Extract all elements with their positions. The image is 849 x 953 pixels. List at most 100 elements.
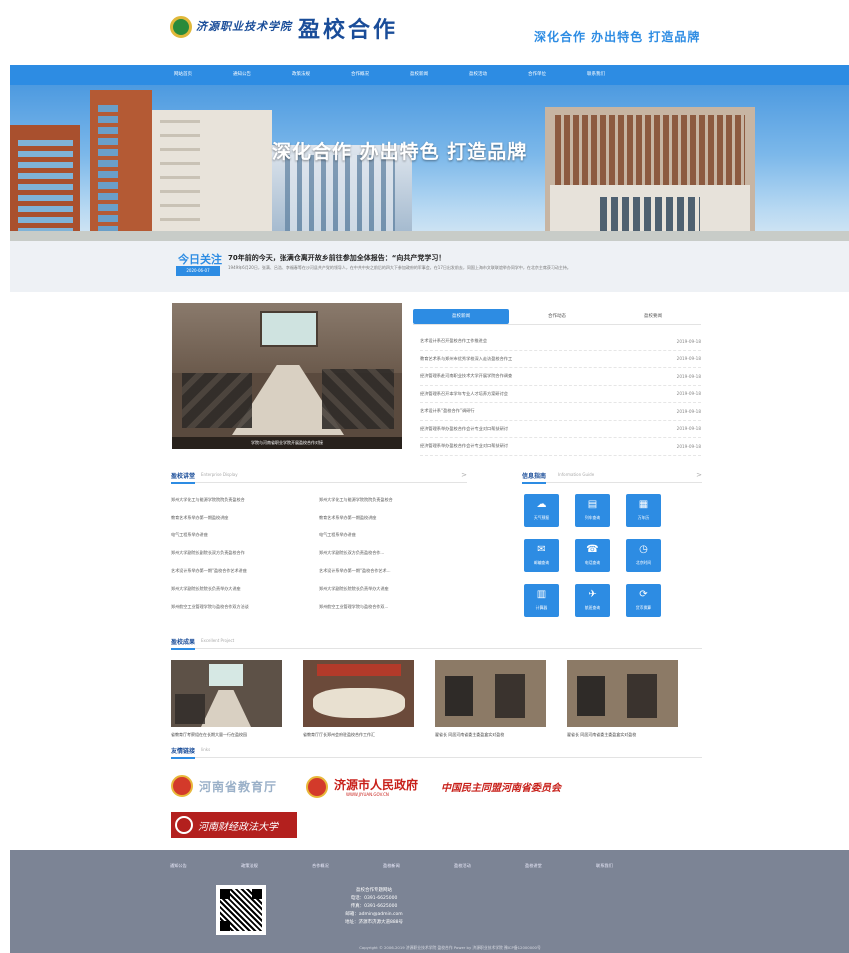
list-item[interactable]: 电气工程系举办讲座: [171, 532, 319, 538]
guide-tile-clock[interactable]: ◷ 北京时间: [626, 539, 661, 572]
guide-tile-weather[interactable]: ☁ 天气预报: [524, 494, 559, 527]
guide-tile-phone[interactable]: ☎ 电话查询: [575, 539, 610, 572]
school-logo-icon[interactable]: [170, 16, 192, 38]
result-card[interactable]: 省教育厅厅长郑州会府驻盈校合作工作汇: [303, 660, 414, 739]
today-focus-headline[interactable]: 70年前的今天，张满仓离开故乡前往参加全体报告：“向共产党学习！: [228, 253, 445, 263]
today-focus-date: 2020-06-07: [176, 266, 220, 276]
list-item[interactable]: 郑州航空工业管理学院与盈校合作双...: [319, 604, 467, 610]
footer-link[interactable]: 政策法规: [241, 863, 312, 869]
footer-link[interactable]: 盈校活动: [454, 863, 525, 869]
featured-photo-caption: 学院与河南省职业学院开展盈校合作对接: [172, 437, 402, 449]
photo-screen: [260, 311, 318, 347]
news-date: 2019-09-18: [676, 356, 701, 362]
emblem-icon: [175, 816, 193, 834]
list-item[interactable]: 郑州大学副院长院院长负责举办大讲座: [171, 586, 319, 592]
nav-item-activities[interactable]: 盈校活动: [469, 65, 528, 85]
footer-link[interactable]: 通知公告: [170, 863, 241, 869]
list-item[interactable]: 经济管理系召开本学年专业人才培养方案研讨会 2019-09-18: [420, 386, 701, 403]
guide-tile-label: 邮编查询: [533, 560, 550, 565]
news-title: 经济管理系举办盈校合作会计专业对口帮扶研讨: [420, 425, 508, 431]
guide-tile-exchange[interactable]: ⟳ 货币换算: [626, 584, 661, 617]
list-item[interactable]: 经济管理系举办盈校合作会计专业对口帮扶研讨 2019-09-18: [420, 438, 701, 456]
guide-tile-label: 电话查询: [584, 560, 601, 565]
today-focus-summary: 1949年6月20日，张满、吕浩、李福春等在沙河县共产党的领导人，在中共中央之前…: [228, 265, 571, 270]
list-item[interactable]: 郑州航空工业管理学院与盈校合作双方洽谈: [171, 604, 319, 610]
nav-item-partners[interactable]: 合作单位: [528, 65, 587, 85]
footer-link[interactable]: 盈校讲堂: [525, 863, 596, 869]
contact-site-name: 盈校合作专题网站: [356, 888, 392, 893]
nav-item-contact[interactable]: 联系我们: [587, 65, 646, 85]
table-row: 教育艺术系举办第一期盈校讲座 教育艺术系举办第一期盈校讲座: [171, 509, 467, 527]
result-caption: 翟省长 同居河南省委主委盈盒实对盈校: [435, 732, 505, 737]
list-item[interactable]: 教育艺术系与郑州市优秀学校深入走访盈校合作工 2019-09-18: [420, 351, 701, 368]
news-date: 2019-09-18: [676, 426, 701, 432]
photo-people: [495, 674, 525, 718]
photo-table: [313, 688, 405, 718]
copyright: Copyright © 2006-2019 济源职业技术学院 盈校合作 Powe…: [359, 945, 541, 950]
guide-tile-calculator[interactable]: ▥ 计算器: [524, 584, 559, 617]
nav-item-overview[interactable]: 合作概况: [351, 65, 410, 85]
footer-link[interactable]: 联系我们: [596, 863, 667, 869]
list-item[interactable]: 电气工程系举办讲座: [319, 532, 467, 538]
news-tabs: 盈校新闻 合作动态 盈校要闻: [413, 309, 701, 325]
tab-cooperation-updates[interactable]: 合作动态: [509, 309, 605, 324]
list-item[interactable]: 教育艺术系举办第一期盈校讲座: [319, 515, 467, 521]
guide-tile-label: 北京时间: [635, 560, 652, 565]
list-item[interactable]: 郑州大学副院长双方负责盈校合作...: [319, 550, 467, 556]
list-item[interactable]: 艺术设计系召开盈校合作工作推进会 2019-09-18: [420, 333, 701, 351]
clock-icon: ◷: [639, 544, 648, 555]
list-item[interactable]: 郑州大学副院长副院长双方负责盈校合作: [171, 550, 319, 556]
list-item[interactable]: 艺术设计系举办第一期“盈校合作艺术讲座: [171, 568, 319, 574]
train-icon: ▤: [587, 499, 598, 510]
link-jiyuan-government[interactable]: 济源市人民政府 WWW.JIYUAN.GOV.CN: [306, 773, 436, 801]
result-card[interactable]: 省教育厅考察组在在长期大量一行在盈校园: [171, 660, 282, 739]
tab-school-news[interactable]: 盈校新闻: [413, 309, 509, 324]
list-item[interactable]: 经济管理系举办盈校合作会计专业对口帮扶研讨 2019-09-18: [420, 421, 701, 438]
result-card[interactable]: 翟省长 同居河南省委主委盈盒实对盈校: [567, 660, 678, 739]
table-row: 郑州大学化工与能源学院院院负责盈校合 郑州大学化工与能源学院院院负责盈校合: [171, 491, 467, 509]
photo-people: [445, 676, 473, 716]
guide-tile-train[interactable]: ▤ 列车查询: [575, 494, 610, 527]
list-item[interactable]: 郑州大学化工与能源学院院院负责盈校合: [171, 497, 319, 503]
main-nav: 网站首页 通知公告 政策法规 合作概况 盈校新闻 盈校活动 合作单位 联系我们: [10, 65, 849, 85]
guide-more-link[interactable]: >: [696, 471, 702, 479]
news-title: 艺术设计系召开盈校合作工作推进会: [420, 338, 488, 344]
link-henan-education[interactable]: 河南省教育厅: [171, 773, 299, 799]
nav-item-policies[interactable]: 政策法规: [292, 65, 351, 85]
contact-email: 邮箱：admin@admin.com: [345, 912, 403, 917]
header-slogan: 深化合作 办出特色 打造品牌: [534, 30, 701, 44]
results-section-header: 盈校成果 Excellent Project: [171, 637, 702, 650]
footer-link[interactable]: 盈校新闻: [383, 863, 454, 869]
projects-section-header: 盈校讲堂 Enterprise Display >: [171, 471, 467, 484]
table-row: 郑州大学副院长院院长负责举办大讲座 郑州大学副院长院院长负责举办大讲座: [171, 580, 467, 598]
guide-section-subtitle: Information Guide: [558, 472, 595, 477]
qr-code-icon: [216, 885, 266, 935]
list-item[interactable]: 郑州大学副院长院院长负责举办大讲座: [319, 586, 467, 592]
featured-news-photo[interactable]: 学院与河南省职业学院开展盈校合作对接: [172, 303, 402, 449]
list-item[interactable]: 郑州大学化工与能源学院院院负责盈校合: [319, 497, 467, 503]
guide-tile-label: 计算器: [535, 605, 548, 610]
link-democratic-league[interactable]: 中国民主同盟河南省委员会: [441, 777, 569, 799]
guide-tile-post[interactable]: ✉ 邮编查询: [524, 539, 559, 572]
result-card[interactable]: 翟省长 同居河南省委主委盈盒实对盈校: [435, 660, 546, 739]
weather-icon: ☁: [536, 499, 547, 510]
nav-item-home[interactable]: 网站首页: [174, 65, 233, 85]
contact-phone: 电话：0391-6625000: [350, 896, 398, 901]
news-title: 经济管理系举办盈校合作会计专业对口帮扶研讨: [420, 443, 508, 449]
result-caption: 翟省长 同居河南省委主委盈盒实对盈校: [567, 732, 637, 737]
footer-link[interactable]: 合作概况: [312, 863, 383, 869]
list-item[interactable]: 经济管理系赴河南职业技术大学开展学院合作调查 2019-09-18: [420, 368, 701, 386]
banner-building-glass-windows: [285, 155, 395, 235]
today-focus-label: 今日关注: [178, 253, 222, 266]
list-item[interactable]: 艺术设计系“盈校合作”调研行 2019-09-18: [420, 403, 701, 421]
list-item[interactable]: 教育艺术系举办第一期盈校讲座: [171, 515, 319, 521]
link-henan-finance-university[interactable]: 河南财经政法大学: [171, 812, 297, 838]
list-item[interactable]: 艺术设计系举办第一期“盈校合作艺术...: [319, 568, 467, 574]
tab-key-news[interactable]: 盈校要闻: [605, 309, 701, 324]
nav-item-notices[interactable]: 通知公告: [233, 65, 292, 85]
guide-section-header: 信息指南 Information Guide >: [522, 471, 702, 484]
guide-tile-flight[interactable]: ✈ 航班查询: [575, 584, 610, 617]
guide-tile-calendar[interactable]: ▦ 万年历: [626, 494, 661, 527]
projects-more-link[interactable]: >: [461, 471, 467, 479]
nav-item-news[interactable]: 盈校新闻: [410, 65, 469, 85]
